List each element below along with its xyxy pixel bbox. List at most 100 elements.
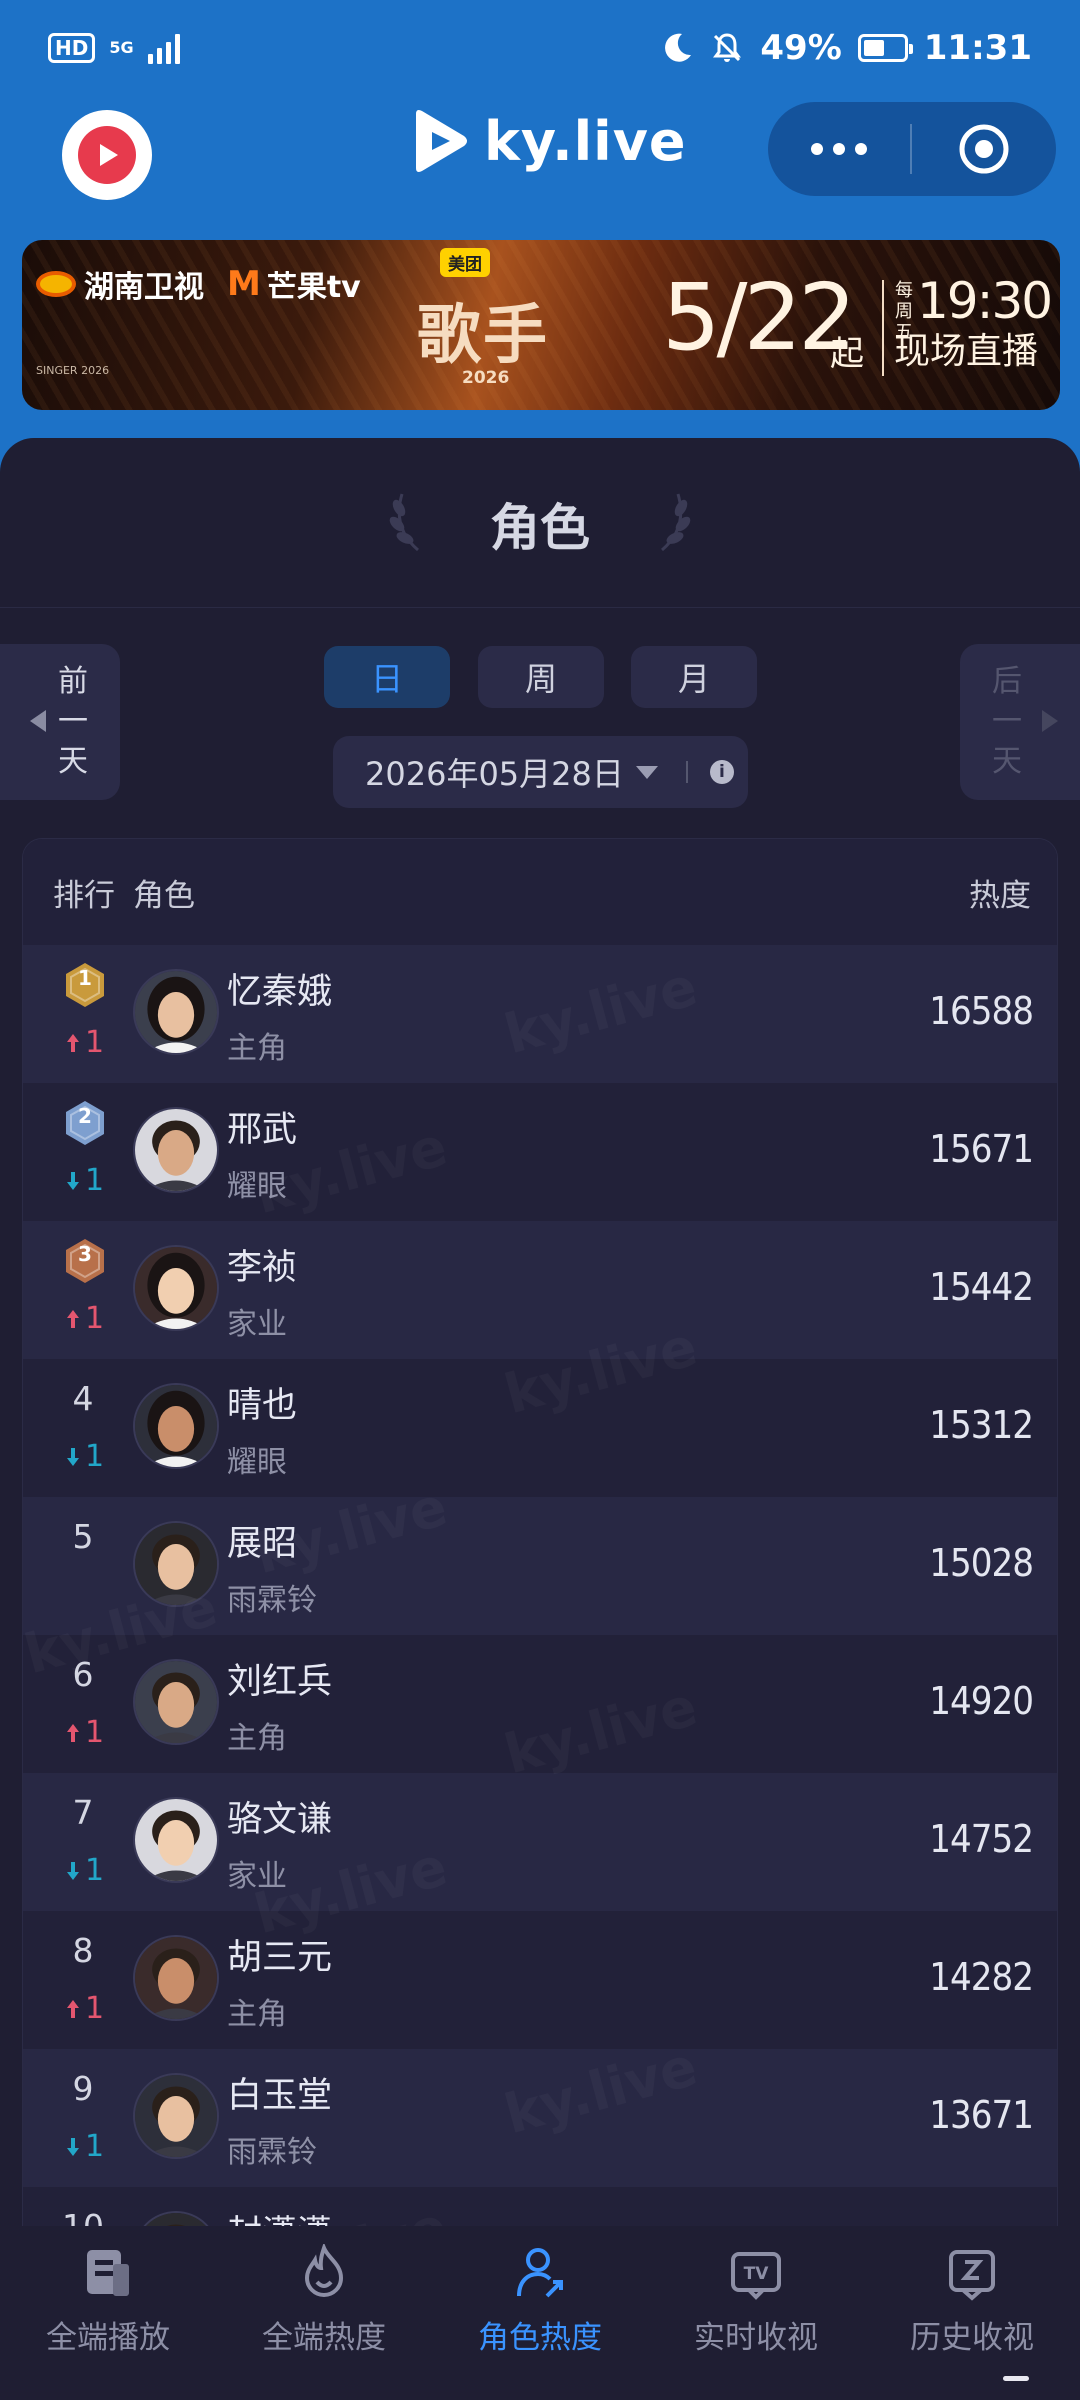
- moon-icon: [665, 33, 692, 62]
- role-name: 晴也: [227, 1386, 298, 1426]
- show-name: 耀眼: [227, 1169, 287, 1204]
- avatar: [133, 1659, 219, 1745]
- rank-number: 6: [72, 1655, 94, 1694]
- banner-date-suffix: 起: [830, 334, 864, 374]
- heat-value: 14920: [929, 1679, 1034, 1723]
- rank-change-value: 1: [85, 1853, 105, 1888]
- rank-number: 7: [72, 1793, 94, 1832]
- target-icon: [959, 124, 1009, 174]
- avatar: [133, 1935, 219, 2021]
- table-row[interactable]: 9 1 白玉堂 雨霖铃 13671: [23, 2049, 1057, 2187]
- avatar: [133, 969, 219, 1055]
- laurel-right-icon: [661, 493, 691, 552]
- heat-value: 15442: [929, 1265, 1034, 1309]
- info-icon[interactable]: i: [709, 760, 734, 784]
- tab-all-heat[interactable]: 全端热度: [216, 2242, 432, 2400]
- banner-date: 5/22: [662, 264, 857, 371]
- mango-tv-logo: M 芒果tv: [227, 264, 361, 305]
- role-name: 刘红兵: [227, 1662, 333, 1702]
- panel-title: 角色: [490, 499, 590, 557]
- table-header: 排行 角色 热度: [23, 839, 1057, 945]
- tab-role-heat[interactable]: 角色热度: [432, 2242, 648, 2400]
- rank-change-value: 1: [85, 1163, 105, 1198]
- panel-header: 角色: [0, 438, 1080, 608]
- rank-number: 1: [78, 966, 92, 990]
- triangle-left-icon: [30, 710, 46, 732]
- role-name: 邢武: [227, 1110, 298, 1150]
- period-week-tab[interactable]: 周: [478, 646, 604, 708]
- tab-label: 全端热度: [262, 2320, 386, 2356]
- table-row[interactable]: 8 1 胡三元 主角 14282: [23, 1911, 1057, 2049]
- heat-value: 16588: [929, 989, 1034, 1033]
- arrow-down-icon: [67, 1448, 79, 1466]
- banner-year: 2026: [462, 368, 510, 388]
- show-name: 主角: [227, 1031, 287, 1066]
- table-row[interactable]: 4 1 晴也 耀眼 15312: [23, 1359, 1057, 1497]
- prev-day-label: 前一天: [58, 664, 88, 779]
- tab-label: 全端播放: [46, 2320, 170, 2356]
- show-name: 雨霖铃: [227, 2135, 317, 2170]
- rank-number: 9: [72, 2069, 94, 2108]
- banner-time: 19:30: [917, 272, 1053, 330]
- role-name: 展昭: [227, 1524, 298, 1564]
- ranking-table: 排行 角色 热度 1 1 忆秦娥 主角 16588 2 1 邢武 耀眼 15671 3 1 李祯 家业 15…: [22, 838, 1058, 2400]
- play-stats-icon: [77, 2242, 139, 2304]
- ky-logo-icon: [416, 110, 467, 172]
- avatar: [133, 2073, 219, 2159]
- prev-day-button[interactable]: 前一天: [0, 644, 120, 800]
- arrow-down-icon: [67, 2138, 79, 2156]
- header-role: 角色: [133, 877, 195, 914]
- rank-change-value: 1: [85, 2129, 105, 2164]
- table-row[interactable]: 3 1 李祯 家业 15442: [23, 1221, 1057, 1359]
- table-body: 1 1 忆秦娥 主角 16588 2 1 邢武 耀眼 15671 3 1 李祯 家业 15442 4 1 晴也 耀眼…: [23, 945, 1057, 2325]
- rank-change: 1: [63, 1717, 104, 1749]
- more-button[interactable]: [768, 102, 910, 196]
- rank-change: 1: [63, 1303, 104, 1335]
- show-name: 雨霖铃: [227, 1583, 317, 1618]
- role-name: 李祯: [227, 1248, 298, 1288]
- tab-all-play[interactable]: 全端播放: [0, 2242, 216, 2400]
- banner-live: 现场直播: [894, 331, 1039, 372]
- heat-value: 13671: [929, 2093, 1034, 2137]
- arrow-up-icon: [67, 1034, 79, 1052]
- next-day-label: 后一天: [992, 664, 1022, 779]
- table-row[interactable]: 7 1 骆文谦 家业 14752: [23, 1773, 1057, 1911]
- hd-badge: HD: [48, 33, 96, 63]
- caret-down-icon: [635, 765, 658, 779]
- rank-change: 1: [63, 1855, 104, 1887]
- signal-icon: [147, 32, 180, 64]
- svg-text:TV: TV: [744, 2264, 770, 2284]
- next-day-button[interactable]: 后一天: [960, 644, 1080, 800]
- app-header: ky.live: [0, 96, 1080, 204]
- promo-banner[interactable]: 湖南卫视 M 芒果tv SINGER 2026 美团 歌手 2026 5/22 …: [22, 240, 1060, 410]
- role-name: 骆文谦: [227, 1800, 333, 1840]
- close-target-button[interactable]: [912, 102, 1056, 196]
- date-picker[interactable]: 2026年05月28日 i: [333, 736, 748, 808]
- arrow-up-icon: [67, 2000, 79, 2018]
- header-heat: 热度: [969, 877, 1031, 914]
- heat-value: 15671: [929, 1127, 1034, 1171]
- avatar: [133, 1107, 219, 1193]
- table-row[interactable]: 1 1 忆秦娥 主角 16588: [23, 945, 1057, 1083]
- heat-value: 15312: [929, 1403, 1034, 1447]
- period-day-tab[interactable]: 日: [324, 646, 450, 708]
- table-row[interactable]: 2 1 邢武 耀眼 15671: [23, 1083, 1057, 1221]
- app-logo-button[interactable]: [62, 110, 152, 200]
- table-row[interactable]: 6 1 刘红兵 主角 14920: [23, 1635, 1057, 1773]
- clock: 11:31: [923, 28, 1032, 68]
- rank-change-value: 1: [85, 1025, 105, 1060]
- rank-change: 1: [63, 1165, 104, 1197]
- tab-history-ratings[interactable]: 历史收视: [864, 2242, 1080, 2400]
- bottom-tab-bar: 全端播放 全端热度 角色热度 TV 实时收视 历史收视: [0, 2226, 1080, 2400]
- rank-change-value: 1: [85, 1301, 105, 1336]
- arrow-down-icon: [67, 1862, 79, 1880]
- banner-title: 歌手: [417, 298, 549, 373]
- period-month-tab[interactable]: 月: [631, 646, 757, 708]
- tab-label: 实时收视: [694, 2320, 818, 2356]
- brand: ky.live: [410, 108, 687, 174]
- table-row[interactable]: 5 展昭 雨霖铃 15028: [23, 1497, 1057, 1635]
- status-right: 49% 11:31: [660, 28, 1032, 68]
- heat-value: 14282: [929, 1955, 1034, 1999]
- tab-realtime-ratings[interactable]: TV 实时收视: [648, 2242, 864, 2400]
- mini-program-capsule: [768, 102, 1056, 196]
